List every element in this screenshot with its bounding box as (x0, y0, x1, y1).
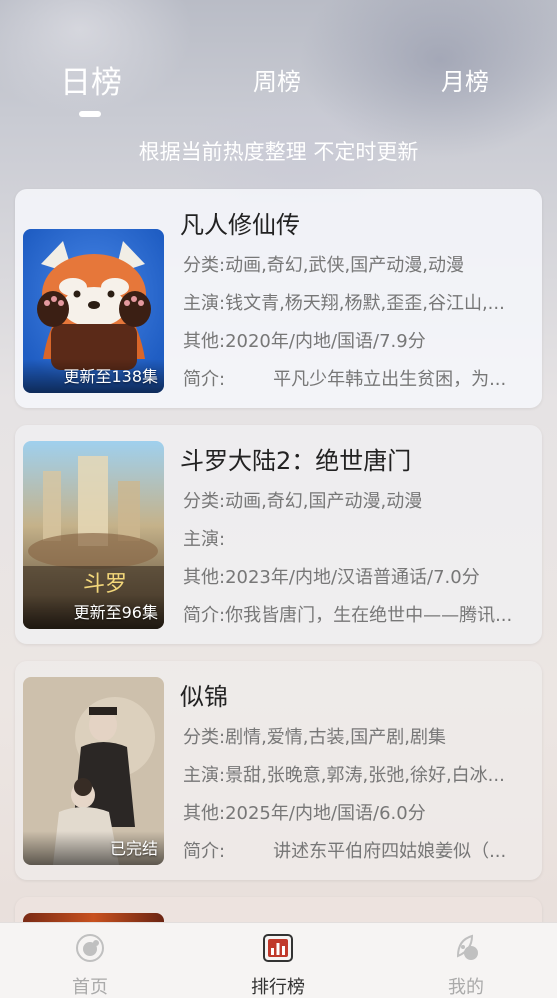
poster-image[interactable]: 斗罗 更新至96集 (23, 441, 164, 629)
category-value: 动画,奇幻,国产动漫,动漫 (225, 491, 423, 512)
intro-label: 简介: (183, 369, 226, 390)
nav-ranking[interactable]: 排行榜 (218, 923, 338, 998)
cast-label: 主演: (183, 765, 226, 786)
nav-home[interactable]: 首页 (30, 923, 150, 998)
ranking-card[interactable]: 斗罗 更新至96集 斗罗大陆2：绝世唐门 分类:动画,奇幻,国产动漫,动漫 主演… (15, 425, 542, 644)
poster-image[interactable]: 更新至138集 (23, 229, 164, 393)
poster-image[interactable]: 已完结 (23, 677, 164, 865)
other-value: 2020年/内地/国语/7.9分 (225, 331, 426, 352)
ranking-tabs: 日榜 周榜 月榜 (0, 62, 557, 122)
ranking-card[interactable]: 已完结 似锦 分类:剧情,爱情,古装,国产剧,剧集 主演:景甜,张晚意,郭涛,张… (15, 661, 542, 880)
intro-value: 你我皆唐门，生在绝世中——腾讯... (225, 605, 513, 626)
tab-daily[interactable]: 日榜 (60, 57, 122, 102)
cast-row: 主演: (183, 525, 528, 551)
episode-badge: 更新至138集 (63, 367, 158, 386)
other-value: 2023年/内地/汉语普通话/7.0分 (225, 567, 480, 588)
nav-profile-label: 我的 (448, 977, 484, 998)
bottom-navigation: 首页 排行榜 我的 (0, 922, 557, 998)
intro-row: 简介:你我皆唐门，生在绝世中——腾讯... (183, 601, 528, 627)
episode-badge: 已完结 (109, 839, 158, 858)
category-row: 分类:动画,奇幻,国产动漫,动漫 (183, 487, 528, 513)
show-title[interactable]: 凡人修仙传 (180, 205, 300, 240)
cast-label: 主演: (183, 293, 226, 314)
category-label: 分类: (183, 727, 226, 748)
ranking-subtitle: 根据当前热度整理 不定时更新 (138, 140, 419, 164)
category-label: 分类: (183, 491, 226, 512)
profile-icon (456, 934, 478, 960)
category-label: 分类: (183, 255, 226, 276)
show-title[interactable]: 似锦 (180, 677, 228, 712)
cast-value: 景甜,张晚意,郭涛,张弛,徐好,白冰... (225, 765, 505, 786)
active-tab-indicator (79, 111, 101, 117)
other-label: 其他: (183, 331, 226, 352)
other-label: 其他: (183, 803, 226, 824)
cast-value: 钱文青,杨天翔,杨默,歪歪,谷江山,... (225, 293, 505, 314)
intro-value: 讲述东平伯府四姑娘姜似（... (273, 841, 507, 862)
category-row: 分类:动画,奇幻,武侠,国产动漫,动漫 (183, 251, 528, 277)
home-icon (76, 934, 104, 962)
other-label: 其他: (183, 567, 226, 588)
ranking-card[interactable]: 更新至138集 凡人修仙传 分类:动画,奇幻,武侠,国产动漫,动漫 主演:钱文青… (15, 189, 542, 408)
other-row: 其他:2025年/内地/国语/6.0分 (183, 799, 528, 825)
intro-label: 简介: (183, 605, 226, 626)
other-value: 2025年/内地/国语/6.0分 (225, 803, 426, 824)
cast-label: 主演: (183, 529, 226, 550)
other-row: 其他:2023年/内地/汉语普通话/7.0分 (183, 563, 528, 589)
other-row: 其他:2020年/内地/国语/7.9分 (183, 327, 528, 353)
category-value: 动画,奇幻,武侠,国产动漫,动漫 (225, 255, 464, 276)
intro-value: 平凡少年韩立出生贫困，为... (273, 369, 507, 390)
cast-row: 主演:钱文青,杨天翔,杨默,歪歪,谷江山,... (183, 289, 528, 315)
intro-row: 简介: 平凡少年韩立出生贫困，为... (183, 365, 528, 391)
category-value: 剧情,爱情,古装,国产剧,剧集 (225, 727, 446, 748)
ranking-icon (263, 934, 293, 962)
intro-row: 简介: 讲述东平伯府四姑娘姜似（... (183, 837, 528, 863)
nav-ranking-label: 排行榜 (251, 977, 305, 998)
show-title[interactable]: 斗罗大陆2：绝世唐门 (180, 441, 411, 476)
tab-weekly[interactable]: 周榜 (253, 62, 301, 97)
nav-home-label: 首页 (72, 977, 108, 998)
intro-label: 简介: (183, 841, 226, 862)
nav-profile[interactable]: 我的 (406, 923, 526, 998)
poster-logo-text: 斗罗 (83, 572, 127, 597)
episode-badge: 更新至96集 (73, 603, 158, 622)
cast-row: 主演:景甜,张晚意,郭涛,张弛,徐好,白冰... (183, 761, 528, 787)
category-row: 分类:剧情,爱情,古装,国产剧,剧集 (183, 723, 528, 749)
tab-monthly[interactable]: 月榜 (441, 62, 489, 97)
